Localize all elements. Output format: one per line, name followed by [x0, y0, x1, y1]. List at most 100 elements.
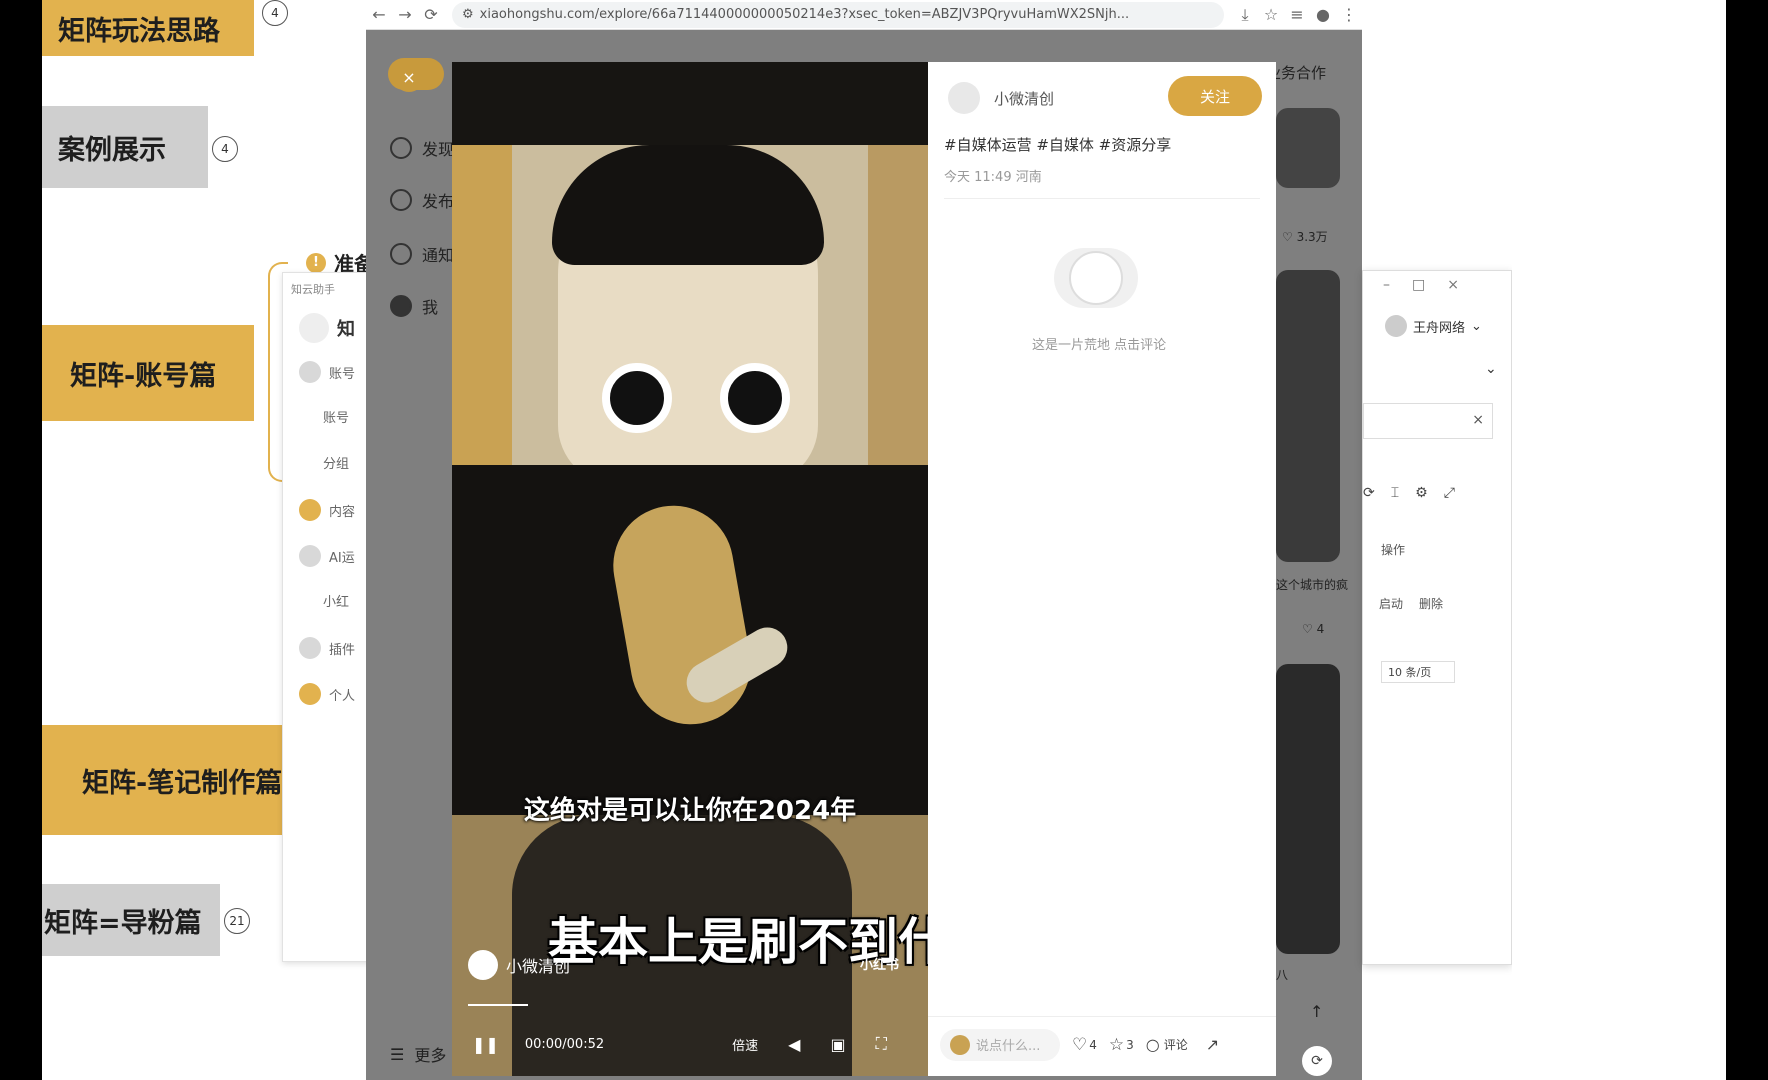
author-avatar[interactable]	[948, 82, 980, 114]
nav-discover[interactable]: 发现	[390, 136, 454, 160]
feed-card[interactable]	[1276, 108, 1340, 188]
tool-panel-item[interactable]: 账号	[299, 361, 355, 383]
comment-label[interactable]: 评论	[1164, 1036, 1188, 1053]
mindmap-node-2[interactable]: 案例展示	[42, 106, 208, 188]
nav-notify[interactable]: 通知	[390, 242, 454, 266]
note-time: 今天 11:49 河南	[944, 170, 1042, 185]
speed-button[interactable]: 倍速	[732, 1035, 758, 1054]
ai-icon	[299, 545, 321, 567]
scroll-top-icon[interactable]: ↑	[1310, 1002, 1323, 1021]
mindmap-badge[interactable]: 4	[212, 136, 238, 162]
video-watermark: 小微清创	[468, 950, 570, 980]
note-tags[interactable]: #自媒体运营 #自媒体 #资源分享	[944, 134, 1171, 155]
maximize-icon[interactable]: □	[1412, 277, 1425, 293]
close-icon[interactable]: ×	[1447, 277, 1459, 293]
mindmap-node-label: 矩阵-账号篇	[70, 360, 217, 392]
mindmap-node-1[interactable]: 矩阵玩法思路	[42, 0, 254, 56]
delete-action[interactable]: 删除	[1419, 595, 1443, 612]
collect-icon[interactable]: ☆	[1109, 1035, 1124, 1055]
pause-icon[interactable]: ❚❚	[472, 1035, 499, 1054]
nav-publish[interactable]: 发布	[390, 188, 454, 212]
desktop-background	[1512, 0, 1726, 1080]
window-controls: – □ ×	[1383, 277, 1459, 293]
nav-me[interactable]: 我	[390, 294, 438, 318]
column-icon[interactable]: ⌶	[1391, 485, 1399, 501]
tool-panel-item[interactable]: 内容	[299, 499, 355, 521]
site-info-icon[interactable]: ⚙	[462, 7, 474, 22]
like-icon[interactable]: ♡	[1072, 1035, 1087, 1055]
mindmap-node-3[interactable]: 矩阵-账号篇	[42, 325, 254, 421]
feed-card[interactable]	[1276, 270, 1340, 562]
close-icon[interactable]: ×	[394, 62, 424, 92]
tool-panel-subitem[interactable]: 分组	[323, 453, 349, 472]
mindmap-badge[interactable]: 4	[262, 0, 288, 26]
tool-panel-item[interactable]: AI运	[299, 545, 355, 567]
left-black-bar	[0, 0, 42, 1080]
settings-icon[interactable]: ⚙	[1415, 485, 1428, 501]
tool-panel-header: 知	[299, 313, 355, 343]
empty-comment-text[interactable]: 这是一片荒地 点击评论	[1032, 334, 1166, 353]
page-size-select[interactable]: 10 条/页	[1381, 661, 1455, 683]
hamburger-icon: ☰	[390, 1044, 405, 1064]
install-icon[interactable]: ⤓	[1232, 5, 1258, 25]
mindmap-node-label: 矩阵-笔记制作篇	[82, 767, 283, 799]
comment-input[interactable]: 说点什么...	[940, 1028, 1060, 1061]
media-icon[interactable]: ≡	[1284, 5, 1310, 24]
table-header: 操作	[1381, 543, 1406, 557]
expand-icon[interactable]: ⤢	[1444, 485, 1455, 501]
author-name[interactable]: 小微清创	[994, 88, 1054, 109]
collect-count: 3	[1126, 1037, 1134, 1052]
note-panel: 小微清创 #自媒体运营 #自媒体 #资源分享 今天 11:49 河南 这是一片荒…	[928, 62, 1276, 1076]
share-icon[interactable]: ↗	[1206, 1035, 1219, 1054]
back-icon[interactable]: ←	[366, 5, 392, 24]
nav-more[interactable]: ☰ 更多	[390, 1042, 446, 1066]
xhs-sidebar: 发现 发布 通知 我 ☰ 更多	[366, 30, 456, 1080]
pip-icon[interactable]: ▣	[830, 1035, 845, 1054]
mindmap-badge[interactable]: 21	[224, 908, 250, 934]
video-frame-top	[452, 62, 928, 145]
comment-icon[interactable]: ○	[1146, 1035, 1160, 1054]
refresh-icon[interactable]: ⟳	[1363, 485, 1375, 501]
start-action[interactable]: 启动	[1379, 595, 1403, 612]
side-search-input[interactable]: ×	[1363, 403, 1493, 439]
feed-like-count: ♡ 3.3万	[1282, 230, 1328, 244]
empty-comment-icon	[1054, 248, 1138, 308]
plus-icon	[390, 189, 412, 211]
side-user[interactable]: 王舟网络 ⌄	[1385, 315, 1482, 337]
user-avatar	[950, 1034, 970, 1055]
feed-snippet: 八	[1276, 968, 1289, 982]
bell-icon	[390, 243, 412, 265]
minimize-icon[interactable]: –	[1383, 277, 1390, 293]
plugin-icon	[299, 637, 321, 659]
mindmap-node-5[interactable]: 矩阵=导粉篇	[42, 884, 220, 956]
feed-snippet: 这个城市的疯	[1276, 578, 1349, 592]
browser-toolbar: ← → ⟳ ⚙ xiaohongshu.com/explore/66a71144…	[366, 0, 1362, 30]
address-bar[interactable]: ⚙ xiaohongshu.com/explore/66a71144000000…	[452, 1, 1224, 28]
tool-panel-subitem[interactable]: 小红	[323, 591, 349, 610]
mindmap-node-label: 矩阵=导粉篇	[44, 907, 202, 939]
bookmark-star-icon[interactable]: ☆	[1258, 5, 1284, 24]
tool-panel-subitem[interactable]: 账号	[323, 407, 349, 426]
clear-icon[interactable]: ×	[1472, 412, 1484, 428]
profile-icon[interactable]: ●	[1310, 5, 1336, 24]
mindmap-node-4[interactable]: 矩阵-笔记制作篇	[42, 725, 284, 835]
tool-panel-item[interactable]: 个人	[299, 683, 355, 705]
table-actions: 启动 删除	[1379, 595, 1443, 612]
menu-icon[interactable]: ⋮	[1336, 5, 1362, 24]
profile-icon	[299, 683, 321, 705]
avatar	[1385, 315, 1407, 337]
refresh-icon[interactable]: ⟳	[1302, 1046, 1332, 1076]
mute-icon[interactable]: ◀	[788, 1035, 800, 1054]
feed-like-count: ♡ 4	[1302, 622, 1325, 636]
follow-button[interactable]: 关注	[1168, 76, 1262, 116]
chevron-down-icon[interactable]: ⌄	[1485, 361, 1497, 377]
video-progress[interactable]	[468, 1004, 528, 1006]
feed-card[interactable]	[1276, 664, 1340, 954]
video-subtitle-small: 这绝对是可以让你在2024年	[523, 796, 857, 826]
tool-panel-item[interactable]: 插件	[299, 637, 355, 659]
reload-icon[interactable]: ⟳	[418, 5, 444, 24]
avatar	[390, 295, 412, 317]
fullscreen-icon[interactable]: ⛶	[876, 1034, 887, 1054]
forward-icon[interactable]: →	[392, 5, 418, 24]
mindmap-node-label: 案例展示	[58, 134, 166, 166]
